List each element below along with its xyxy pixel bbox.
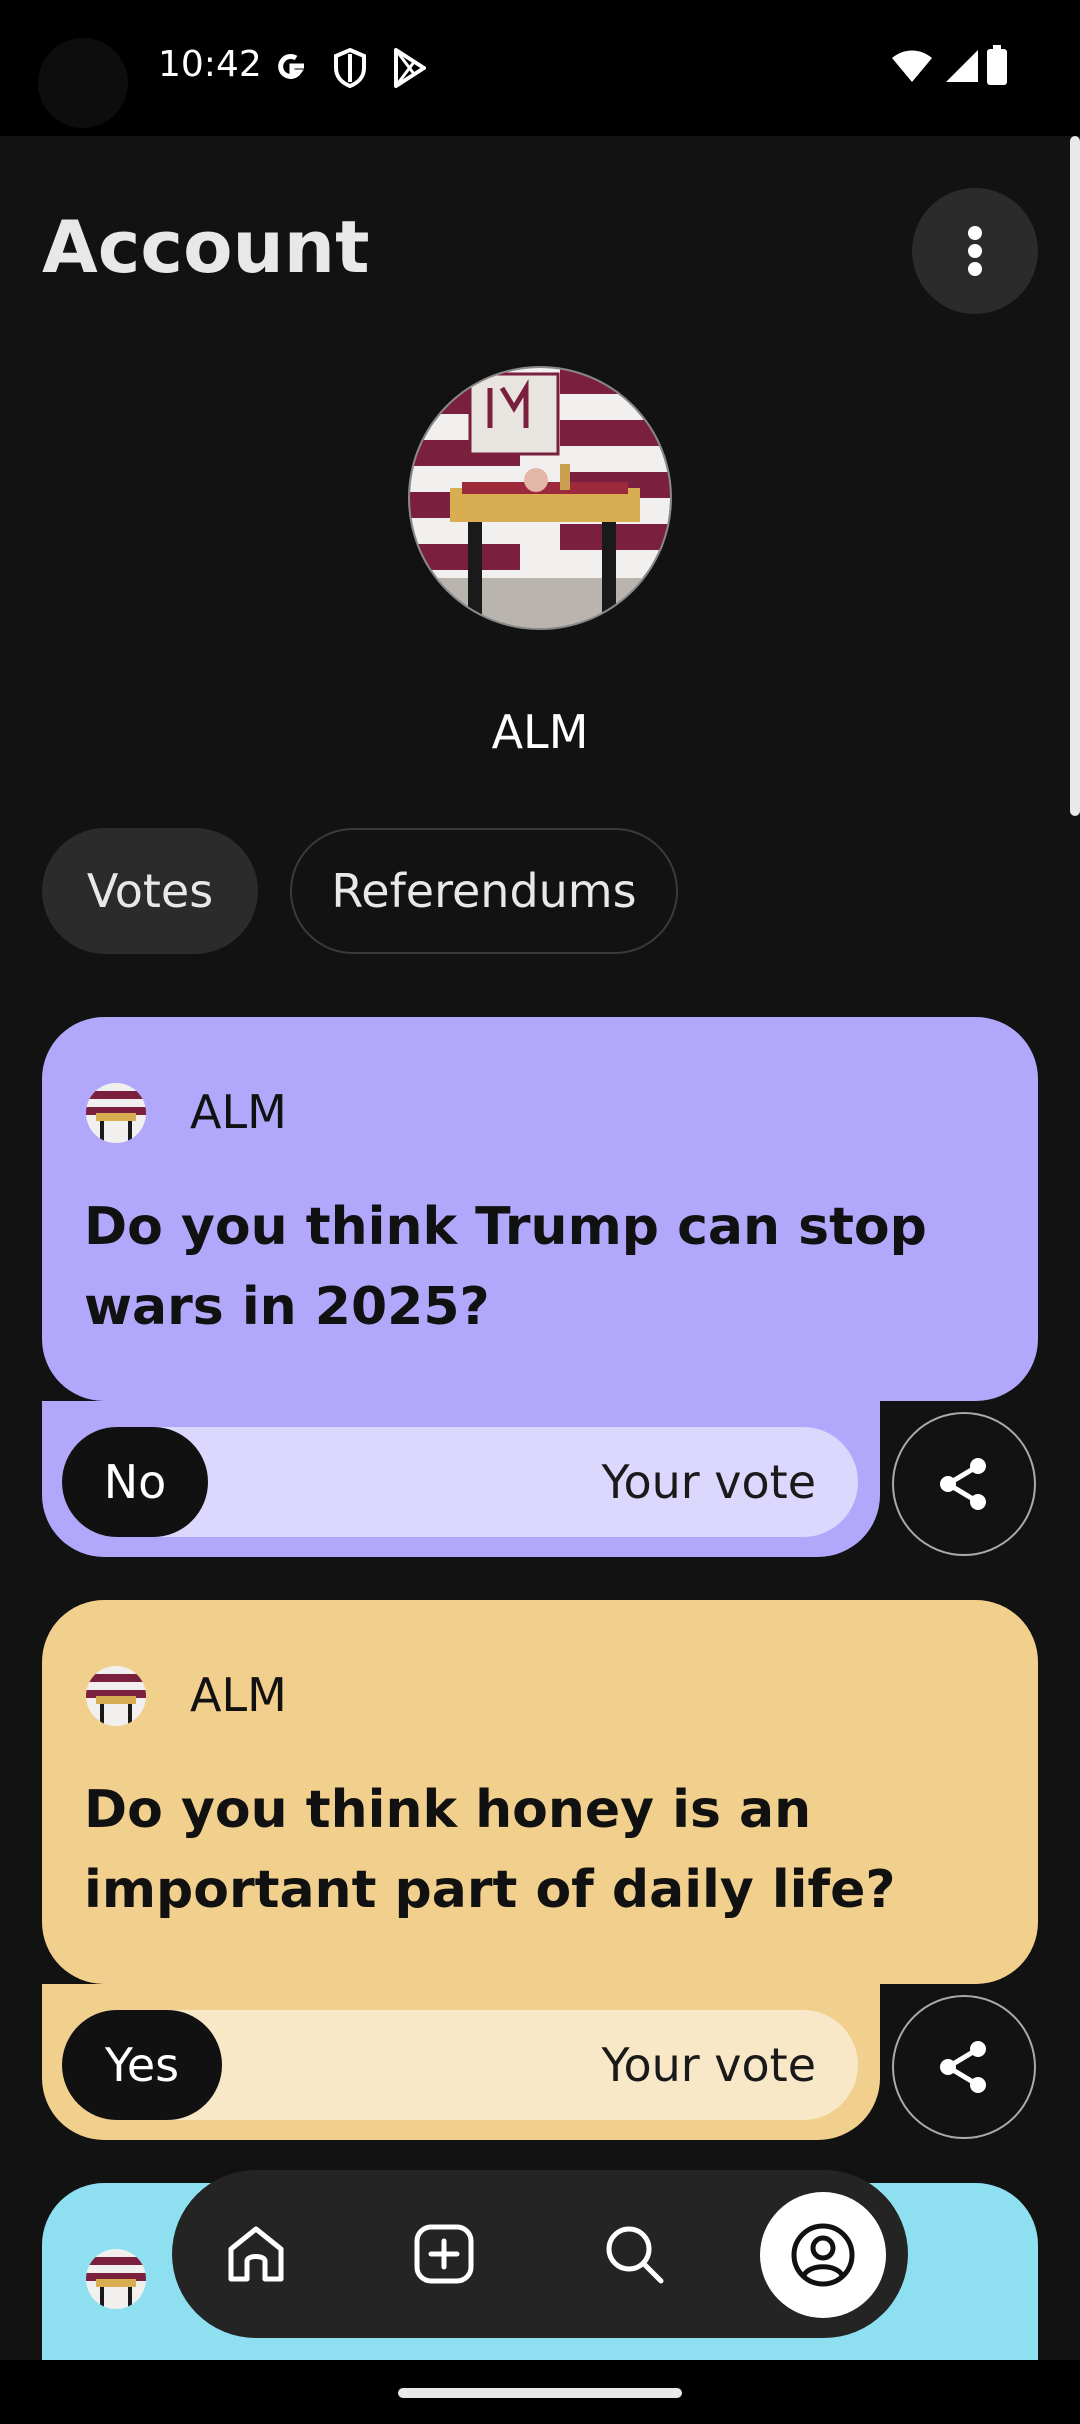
signal-icon [946,50,978,82]
nav-home[interactable] [196,2194,316,2314]
vote-card[interactable]: ALM Do you think Trump can stop wars in … [42,1017,1038,1557]
nav-search[interactable] [574,2194,694,2314]
bottom-navigation [172,2170,908,2338]
wifi-icon [892,50,932,82]
question-text: Do you think Trump can stop wars in 2025… [84,1197,927,1337]
profile-photo [410,368,670,628]
battery-icon [987,45,1007,85]
play-store-icon [394,48,426,88]
tab-referendums[interactable]: Referendums [290,828,678,954]
home-icon [228,2226,284,2282]
tab-votes[interactable]: Votes [42,828,258,954]
search-icon [606,2226,664,2284]
vote-result-bar: No Your vote [62,1427,858,1537]
author-avatar[interactable] [86,1083,146,1143]
profile-username: ALM [491,705,589,759]
vote-result-bar: Yes Your vote [62,2010,858,2120]
google-icon [278,53,304,79]
your-vote-label: Your vote [601,1455,816,1509]
add-icon [414,2224,474,2284]
more-vertical-icon [968,226,982,276]
more-options-button[interactable] [912,188,1038,314]
nav-create[interactable] [384,2194,504,2314]
question-text: Do you think honey is an important part … [84,1780,896,1920]
camera-cutout [38,38,128,128]
page-title: Account [42,205,370,289]
nav-account[interactable] [760,2192,886,2318]
shield-icon [334,47,366,89]
profile-avatar[interactable] [408,366,672,630]
share-icon [940,2041,986,2093]
author-avatar[interactable] [86,1666,146,1726]
your-vote-label: Your vote [601,2038,816,2092]
account-icon [791,2223,855,2287]
home-gesture-bar[interactable] [398,2388,682,2398]
author-name: ALM [190,1668,287,1722]
author-name: ALM [190,1085,287,1139]
share-icon [940,1458,986,1510]
share-button[interactable] [892,1412,1036,1556]
status-time: 10:42 [158,44,262,85]
share-button[interactable] [892,1995,1036,2139]
author-avatar[interactable] [86,2249,146,2309]
vote-choice: No [62,1427,208,1537]
vote-card[interactable]: ALM Do you think honey is an important p… [42,1600,1038,2140]
vote-choice: Yes [62,2010,222,2120]
status-bar: 10:42 [0,0,1080,136]
